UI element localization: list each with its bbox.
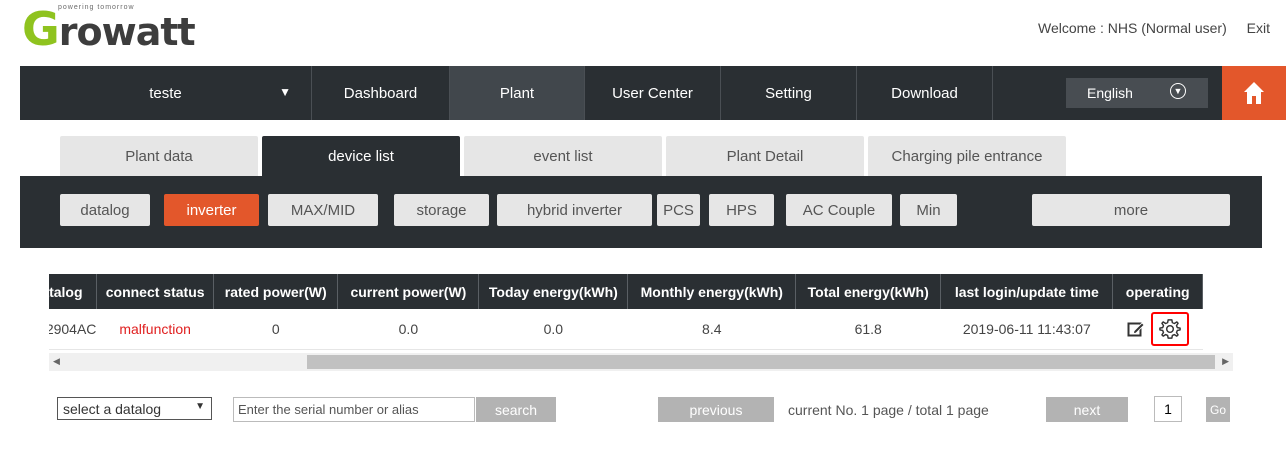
- caret-down-icon: ▼: [195, 401, 205, 412]
- top-nav: teste ▼ Dashboard Plant User Center Sett…: [20, 66, 1286, 120]
- nav-download[interactable]: Download: [857, 66, 993, 120]
- cell-last-update: 2019-06-11 11:43:07: [940, 309, 1113, 350]
- table-header-row: datalog connect status rated power(W) cu…: [49, 274, 1203, 309]
- tab-device-list[interactable]: device list: [262, 136, 460, 176]
- cell-connect-status: malfunction: [96, 309, 214, 350]
- header: powering tomorrow Growatt Welcome : NHS …: [0, 0, 1286, 66]
- edit-icon[interactable]: [1127, 320, 1145, 338]
- nav-setting[interactable]: Setting: [721, 66, 857, 120]
- search-button[interactable]: search: [476, 397, 556, 422]
- exit-link[interactable]: Exit: [1247, 20, 1270, 36]
- device-type-ac-couple[interactable]: AC Couple: [786, 194, 892, 226]
- scroll-thumb[interactable]: [307, 355, 1215, 369]
- growatt-logo: powering tomorrow Growatt: [22, 2, 196, 57]
- device-type-bar: datalog inverter MAX/MID storage hybrid …: [20, 176, 1262, 248]
- cell-rated-power: 0: [213, 309, 338, 350]
- plant-selector[interactable]: teste ▼: [20, 66, 312, 120]
- cell-datalog[interactable]: JPC2904AC: [49, 309, 97, 350]
- user-welcome: Welcome : NHS (Normal user) Exit: [1038, 20, 1270, 36]
- welcome-text: Welcome : NHS (Normal user): [1037, 20, 1227, 36]
- cell-total-energy: 61.8: [795, 309, 941, 350]
- logo-tagline: powering tomorrow: [58, 4, 135, 11]
- home-button[interactable]: [1222, 66, 1286, 120]
- col-total-energy[interactable]: Total energy(kWh): [795, 274, 942, 309]
- plant-selector-label: teste: [149, 84, 182, 102]
- previous-button[interactable]: previous: [658, 397, 774, 422]
- device-type-more[interactable]: more: [1032, 194, 1230, 226]
- table-row: JPC2904AC malfunction 0 0.0 0.0 8.4 61.8…: [49, 309, 1203, 350]
- col-today-energy[interactable]: Today energy(kWh): [478, 274, 629, 309]
- gear-icon[interactable]: [1158, 318, 1181, 340]
- cell-today-energy: 0.0: [478, 309, 628, 350]
- page-tabs: Plant data device list event list Plant …: [60, 136, 1070, 176]
- language-label: English: [1087, 85, 1133, 101]
- serial-search-input[interactable]: [233, 397, 475, 422]
- col-last-update[interactable]: last login/update time: [940, 274, 1114, 309]
- scroll-left-icon[interactable]: ◀: [53, 356, 60, 367]
- caret-down-icon: ▼: [279, 85, 291, 99]
- col-monthly-energy[interactable]: Monthly energy(kWh): [627, 274, 797, 309]
- device-type-inverter[interactable]: inverter: [164, 194, 259, 226]
- tab-plant-data[interactable]: Plant data: [60, 136, 258, 176]
- page-number-input[interactable]: [1154, 396, 1182, 422]
- nav-dashboard[interactable]: Dashboard: [312, 66, 450, 120]
- device-type-min[interactable]: Min: [900, 194, 957, 226]
- cell-current-power: 0.0: [337, 309, 479, 350]
- pagination-info: current No. 1 page / total 1 page: [788, 402, 989, 418]
- tab-plant-detail[interactable]: Plant Detail: [666, 136, 864, 176]
- table-horizontal-scrollbar[interactable]: ◀ ▶: [49, 353, 1233, 371]
- nav-plant[interactable]: Plant: [450, 66, 585, 120]
- device-type-storage[interactable]: storage: [394, 194, 489, 226]
- go-button[interactable]: Go: [1206, 397, 1230, 422]
- col-current-power[interactable]: current power(W): [337, 274, 480, 309]
- chevron-circle-down-icon: ▼: [1170, 83, 1186, 99]
- col-operating: operating: [1112, 274, 1203, 309]
- device-type-datalog[interactable]: datalog: [60, 194, 150, 226]
- cell-monthly-energy: 8.4: [627, 309, 796, 350]
- col-rated-power[interactable]: rated power(W): [213, 274, 339, 309]
- datalog-select[interactable]: select a datalog ▼: [57, 397, 212, 420]
- tab-charging-pile[interactable]: Charging pile entrance: [868, 136, 1066, 176]
- col-datalog[interactable]: datalog: [49, 274, 98, 309]
- home-icon: [1244, 82, 1264, 104]
- language-selector[interactable]: English ▼: [1066, 78, 1208, 108]
- device-type-pcs[interactable]: PCS: [657, 194, 700, 226]
- datalog-select-label: select a datalog: [63, 400, 162, 417]
- device-type-hps[interactable]: HPS: [709, 194, 774, 226]
- nav-user-center[interactable]: User Center: [585, 66, 721, 120]
- logo-g: G: [22, 2, 60, 56]
- next-button[interactable]: next: [1046, 397, 1128, 422]
- scroll-right-icon[interactable]: ▶: [1222, 356, 1229, 367]
- logo-word: rowatt: [58, 10, 196, 54]
- tab-event-list[interactable]: event list: [464, 136, 662, 176]
- col-connect-status[interactable]: connect status: [96, 274, 214, 309]
- cell-operating: [1112, 309, 1203, 350]
- device-type-max-mid[interactable]: MAX/MID: [268, 194, 378, 226]
- device-type-hybrid-inverter[interactable]: hybrid inverter: [497, 194, 652, 226]
- settings-highlight-box: [1150, 311, 1189, 346]
